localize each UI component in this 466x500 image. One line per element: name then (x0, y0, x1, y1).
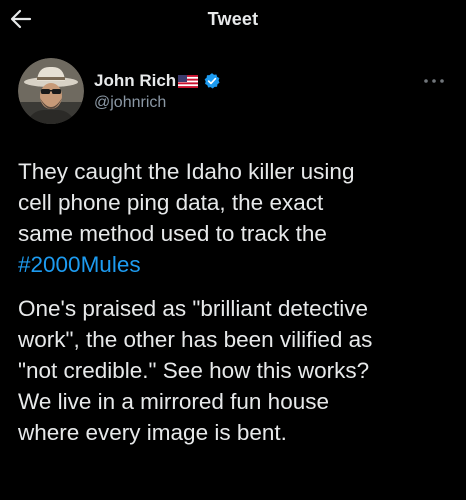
hashtag-link[interactable]: #2000Mules (18, 252, 141, 277)
avatar[interactable] (18, 58, 84, 124)
top-bar: Tweet (0, 0, 466, 40)
tweet-paragraph-2: One's praised as "brilliant detective wo… (18, 296, 373, 445)
tweet-screen: Tweet John Rich @johnrich They caught th… (0, 0, 466, 500)
author-display-name[interactable]: John Rich (94, 71, 176, 91)
tweet-author: John Rich @johnrich (18, 58, 448, 128)
page-title: Tweet (207, 9, 259, 29)
author-name-row: John Rich (94, 70, 221, 92)
more-horizontal-icon (424, 79, 444, 83)
tweet-paragraph-1: They caught the Idaho killer using cell … (18, 156, 450, 280)
tweet-paragraph-1-text: They caught the Idaho killer using cell … (18, 159, 355, 246)
tweet-text: They caught the Idaho killer using cell … (18, 156, 450, 448)
more-options-button[interactable] (422, 74, 446, 88)
us-flag-icon (178, 74, 199, 88)
author-handle[interactable]: @johnrich (94, 94, 166, 112)
verified-badge-icon (204, 73, 220, 89)
